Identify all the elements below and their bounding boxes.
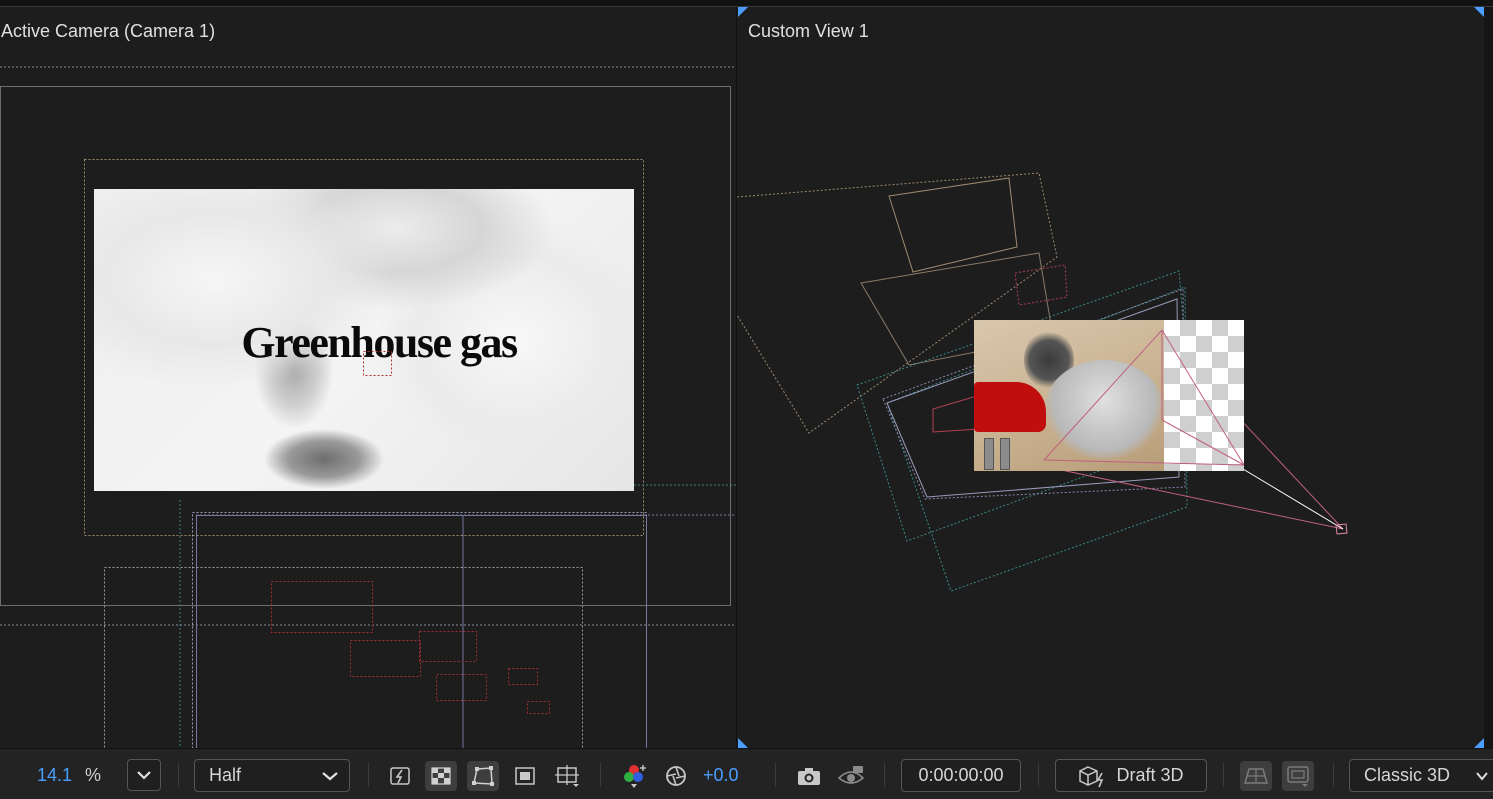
region-of-interest-icon: [515, 767, 535, 785]
zoom-value[interactable]: 14.1: [37, 765, 72, 786]
3d-ground-plane-icon: [1244, 768, 1268, 784]
renderer-value: Classic 3D: [1364, 765, 1451, 785]
anchor-point-marker: [363, 351, 392, 376]
chevron-down-icon: [137, 771, 151, 780]
show-channel-icon: [624, 765, 646, 788]
snapshot-button[interactable]: [793, 761, 825, 791]
red-layer-outline: [1014, 264, 1068, 306]
viewer-toolbar: 14.1 % Half +0.0 0:00:00:00 Draft 3D Cla…: [0, 748, 1493, 799]
draft-3d-label: Draft 3D: [1116, 765, 1184, 785]
toolbar-separator: [775, 763, 776, 787]
exposure-value[interactable]: +0.0: [703, 765, 739, 786]
toolbar-separator: [884, 763, 885, 787]
fast-previews-button[interactable]: [384, 761, 416, 791]
toolbar-separator: [1223, 763, 1224, 787]
red-layer-bounds: [419, 631, 477, 662]
red-layer-bounds: [508, 668, 538, 685]
camera-frustum-line: [1046, 466, 1344, 530]
resolution-select[interactable]: Half: [194, 759, 350, 792]
draft-3d-icon: [1079, 765, 1104, 787]
guides-options-button[interactable]: [551, 761, 583, 791]
guides-options-icon: [555, 765, 579, 787]
resolution-value: Half: [209, 765, 242, 785]
current-time-display[interactable]: 0:00:00:00: [901, 759, 1021, 792]
view-corner-marker: [1474, 738, 1484, 748]
toolbar-separator: [1333, 763, 1334, 787]
transparency-grid-button[interactable]: [425, 761, 457, 791]
layer-bounds: [104, 567, 583, 748]
show-channel-button[interactable]: [618, 761, 650, 791]
toolbar-separator: [1038, 763, 1039, 787]
fast-previews-icon: [390, 767, 410, 785]
extended-viewer-icon: [1287, 766, 1309, 787]
layer-bounds: [192, 512, 647, 748]
extended-viewer-button[interactable]: [1282, 761, 1314, 791]
mask-path-visibility-button[interactable]: [467, 761, 499, 791]
chevron-down-icon: [1476, 771, 1488, 781]
region-of-interest-button[interactable]: [509, 761, 541, 791]
view-corner-marker: [738, 738, 748, 748]
red-layer-bounds: [436, 674, 487, 701]
thumbnail-frustum-overlay: [1043, 329, 1244, 466]
toolbar-separator: [600, 763, 601, 787]
3d-layer-thumbnail: [974, 320, 1244, 471]
transparency-grid-icon: [431, 767, 451, 785]
show-snapshot-button[interactable]: [835, 761, 867, 791]
renderer-select[interactable]: Classic 3D: [1349, 759, 1493, 792]
red-layer-bounds: [350, 640, 421, 677]
camera-frustum-line: [1242, 468, 1344, 530]
view-corner-marker: [1474, 7, 1484, 17]
zoom-unit: %: [85, 765, 102, 785]
show-snapshot-icon: [837, 766, 865, 784]
view-corner-marker: [738, 7, 748, 17]
reset-exposure-icon: [666, 766, 686, 786]
zoom-dropdown-button[interactable]: [127, 759, 161, 791]
reset-exposure-button[interactable]: [660, 761, 692, 791]
toolbar-separator: [178, 763, 179, 787]
snapshot-icon: [798, 768, 820, 785]
3d-ground-plane-button[interactable]: [1240, 761, 1272, 791]
red-layer-bounds: [527, 701, 550, 714]
chevron-down-icon: [322, 771, 338, 780]
mask-path-visibility-icon: [472, 766, 494, 786]
composition-preview[interactable]: Greenhouse gas: [94, 189, 634, 491]
toolbar-separator: [368, 763, 369, 787]
panel-right-edge: [1484, 7, 1493, 748]
layer-outline: [888, 177, 1018, 273]
draft-3d-button[interactable]: Draft 3D: [1055, 759, 1207, 792]
